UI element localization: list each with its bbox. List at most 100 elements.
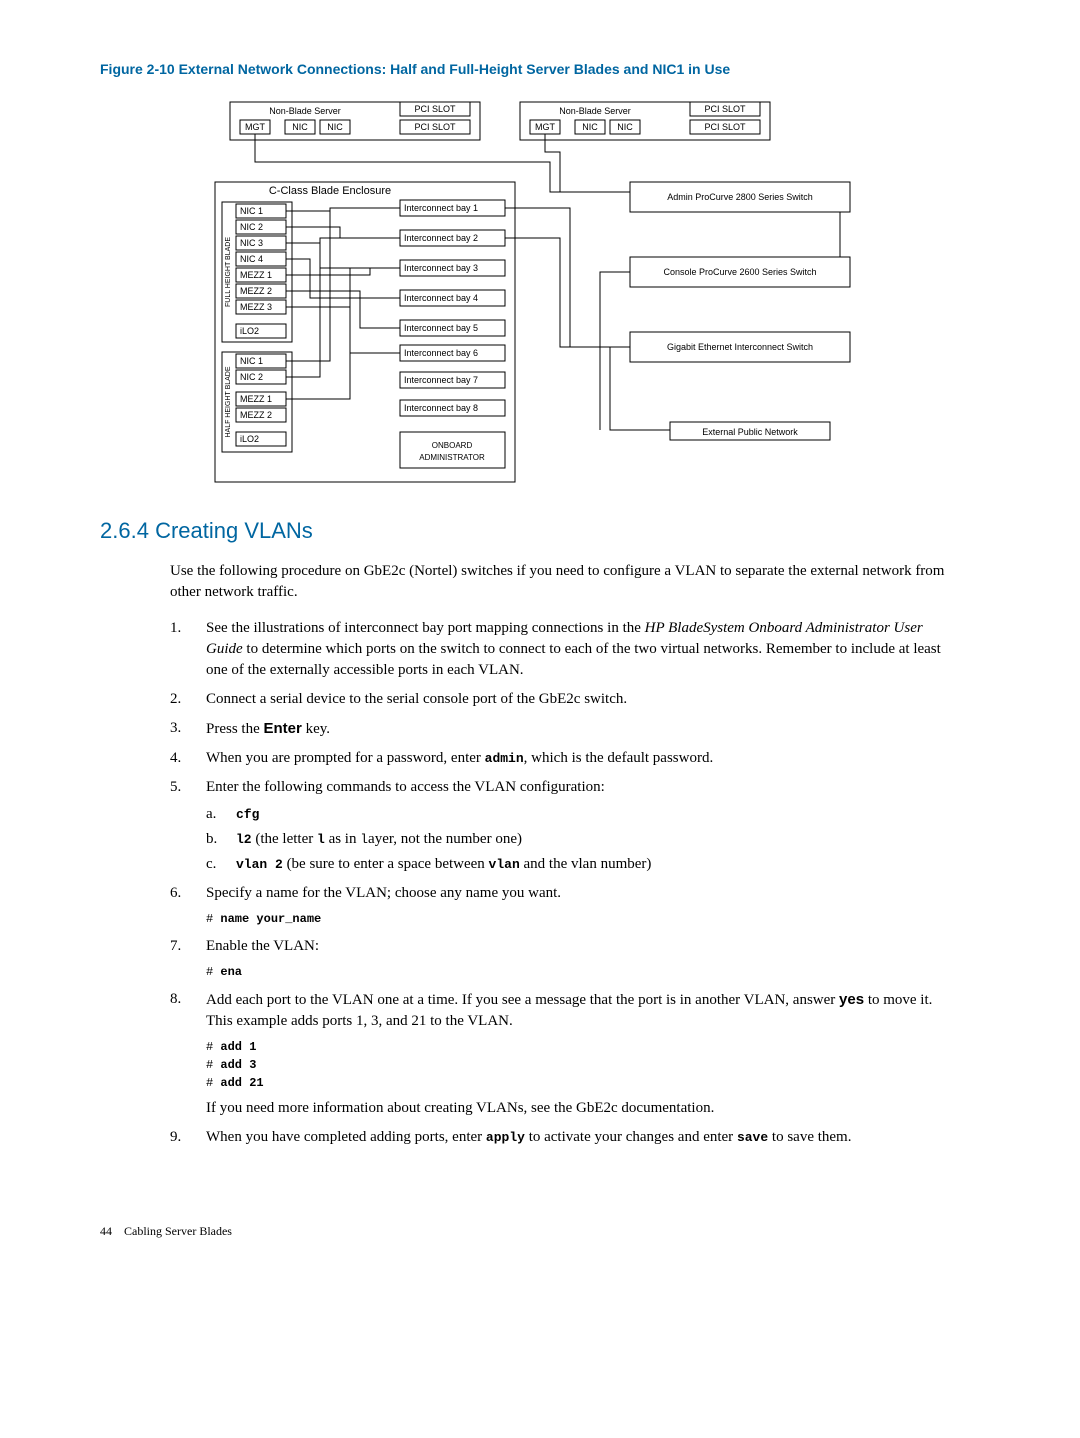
step5a: cfg	[206, 804, 960, 825]
server-right-title: Non-Blade Server	[559, 106, 631, 116]
procedure-list: See the illustrations of interconnect ba…	[170, 618, 960, 1148]
right-box-label: External Public Network	[702, 427, 798, 437]
row-label: MEZZ 3	[240, 302, 272, 312]
figure-caption: Figure 2-10 External Network Connections…	[100, 60, 960, 80]
half-rows: NIC 1 NIC 2 MEZZ 1 MEZZ 2 iLO2	[236, 354, 286, 446]
row-label: MEZZ 2	[240, 410, 272, 420]
port-label: MGT	[535, 122, 555, 132]
yes-key: yes	[839, 991, 864, 1008]
step3-b: key.	[302, 721, 330, 737]
l2-cmd: l2	[236, 832, 252, 847]
row-label: iLO2	[240, 326, 259, 336]
step5b: l2 (the letter l as in layer, not the nu…	[206, 829, 960, 850]
step-5: Enter the following commands to access t…	[170, 777, 960, 875]
vlan2-cmd: vlan 2	[236, 857, 283, 872]
step7-cmd: # ena	[206, 963, 960, 981]
step9-b: to activate your changes and enter	[525, 1129, 737, 1145]
row-label: NIC 4	[240, 254, 263, 264]
port-label: NIC	[617, 122, 633, 132]
step-4: When you are prompted for a password, en…	[170, 748, 960, 769]
step5-text: Enter the following commands to access t…	[206, 779, 605, 795]
step-9: When you have completed adding ports, en…	[170, 1127, 960, 1148]
page-number: 44	[100, 1224, 112, 1238]
port-label: NIC	[327, 122, 343, 132]
step1-text-b: to determine which ports on the switch t…	[206, 641, 941, 678]
section-heading: 2.6.4 Creating VLANs	[100, 516, 960, 547]
vlan-word: vlan	[489, 857, 520, 872]
bay-label: Interconnect bay 5	[404, 323, 478, 333]
step7-text: Enable the VLAN:	[206, 938, 319, 954]
step-1: See the illustrations of interconnect ba…	[170, 618, 960, 681]
step5c: vlan 2 (be sure to enter a space between…	[206, 854, 960, 875]
row-label: NIC 2	[240, 372, 263, 382]
right-box-label: Admin ProCurve 2800 Series Switch	[667, 192, 813, 202]
intro-paragraph: Use the following procedure on GbE2c (No…	[170, 561, 960, 603]
row-label: MEZZ 1	[240, 270, 272, 280]
bay-label: Interconnect bay 8	[404, 403, 478, 413]
row-label: NIC 3	[240, 238, 263, 248]
bay-label: Interconnect bay 1	[404, 203, 478, 213]
letter-l2: l	[360, 832, 368, 847]
step4-b: , which is the default password.	[524, 750, 714, 766]
step8-cmds: # add 1 # add 3 # add 21	[206, 1038, 960, 1092]
bay-label: Interconnect bay 3	[404, 263, 478, 273]
slot-label: PCI SLOT	[414, 104, 456, 114]
row-label: NIC 2	[240, 222, 263, 232]
section-title-text: Creating VLANs	[155, 518, 313, 543]
full-rows: NIC 1 NIC 2 NIC 3 NIC 4 MEZZ 1 MEZZ 2 ME…	[236, 204, 286, 338]
bay-label: Interconnect bay 2	[404, 233, 478, 243]
step-7: Enable the VLAN: # ena	[170, 936, 960, 981]
step6-cmd: # name your_name	[206, 910, 960, 928]
bays: Interconnect bay 1 Interconnect bay 2 In…	[400, 200, 505, 468]
step6-text: Specify a name for the VLAN; choose any …	[206, 885, 561, 901]
step9-a: When you have completed adding ports, en…	[206, 1129, 486, 1145]
step3-a: Press the	[206, 721, 264, 737]
step5b-f: ayer, not the number one)	[368, 831, 522, 847]
bay-label: Interconnect bay 7	[404, 375, 478, 385]
step5-sublist: cfg l2 (the letter l as in layer, not th…	[206, 804, 960, 875]
right-box-label: Gigabit Ethernet Interconnect Switch	[667, 342, 813, 352]
full-blade-label: FULL HEIGHT BLADE	[225, 236, 232, 306]
slot-label: PCI SLOT	[704, 122, 746, 132]
bay-label: Interconnect bay 6	[404, 348, 478, 358]
slot-label: PCI SLOT	[704, 104, 746, 114]
cfg-cmd: cfg	[236, 807, 259, 822]
save-cmd: save	[737, 1130, 768, 1145]
server-left-title: Non-Blade Server	[269, 106, 341, 116]
step-8: Add each port to the VLAN one at a time.…	[170, 989, 960, 1119]
name-cmd: name your_name	[220, 912, 321, 926]
ena-cmd: ena	[220, 965, 242, 979]
diagram: Non-Blade Server MGT NIC NIC PCI SLOT PC…	[100, 92, 960, 492]
port-label: NIC	[582, 122, 598, 132]
port-label: MGT	[245, 122, 265, 132]
step-3: Press the Enter key.	[170, 718, 960, 740]
add21-cmd: add 21	[220, 1076, 263, 1090]
step9-c: to save them.	[768, 1129, 851, 1145]
chapter-name: Cabling Server Blades	[124, 1224, 232, 1238]
oa-label-l1: ONBOARD	[432, 441, 473, 450]
right-box-label: Console ProCurve 2600 Series Switch	[663, 267, 816, 277]
row-label: MEZZ 1	[240, 394, 272, 404]
page-footer: 44 Cabling Server Blades	[100, 1223, 232, 1240]
half-blade-label: HALF HEIGHT BLADE	[225, 366, 232, 437]
oa-label-l2: ADMINISTRATOR	[419, 453, 485, 462]
step5c-b: (be sure to enter a space between	[283, 856, 489, 872]
enter-key: Enter	[264, 720, 302, 737]
step5b-b: (the letter	[252, 831, 317, 847]
row-label: NIC 1	[240, 356, 263, 366]
enclosure-title: C-Class Blade Enclosure	[269, 185, 391, 197]
bay-label: Interconnect bay 4	[404, 293, 478, 303]
section-number: 2.6.4	[100, 518, 149, 543]
step1-text-a: See the illustrations of interconnect ba…	[206, 620, 645, 636]
step5c-d: and the vlan number)	[520, 856, 652, 872]
apply-cmd: apply	[486, 1130, 525, 1145]
add1-cmd: add 1	[220, 1040, 256, 1054]
letter-l: l	[317, 832, 325, 847]
port-label: NIC	[292, 122, 308, 132]
step5b-d: as in	[325, 831, 360, 847]
step8-after: If you need more information about creat…	[206, 1098, 960, 1119]
step-6: Specify a name for the VLAN; choose any …	[170, 883, 960, 928]
row-label: NIC 1	[240, 206, 263, 216]
step4-a: When you are prompted for a password, en…	[206, 750, 485, 766]
step-2: Connect a serial device to the serial co…	[170, 689, 960, 710]
